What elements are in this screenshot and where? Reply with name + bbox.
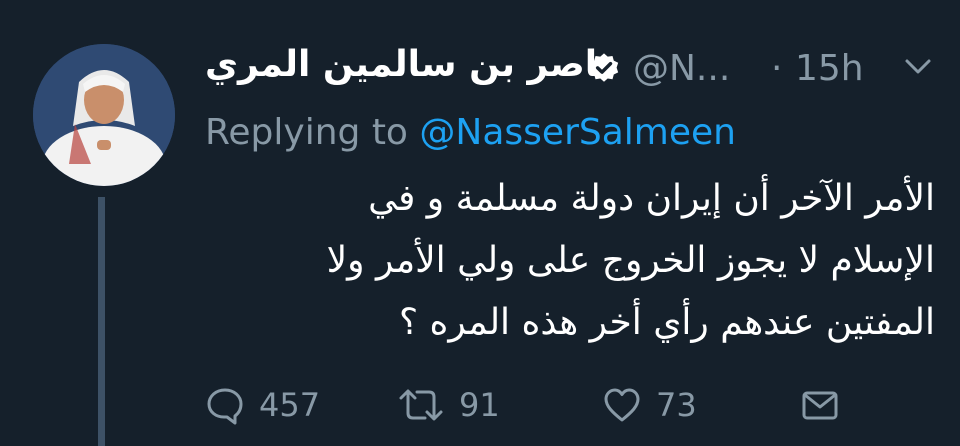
tweet-text-line: الإسلام لا يجوز الخروج على ولي الأمر ولا [326, 240, 935, 281]
like-button[interactable]: 73 [602, 383, 697, 427]
replying-to-line: Replying to @NasserSalmeen [205, 112, 736, 153]
retweet-button[interactable]: 91 [397, 383, 500, 427]
tweet-header: ناصر بن سالمين المري @N... · 15h [205, 42, 940, 98]
chevron-down-icon[interactable] [903, 56, 933, 78]
tweet-text-line: المفتين عندهم رأي أخر هذه المره ؟ [398, 302, 935, 343]
separator-dot: · [771, 48, 783, 89]
like-count: 73 [656, 386, 697, 424]
envelope-icon [802, 391, 838, 420]
verified-badge-icon [589, 53, 619, 82]
author-handle[interactable]: @N... [633, 48, 730, 89]
author-name[interactable]: ناصر بن سالمين المري [205, 44, 612, 85]
reply-count: 457 [259, 386, 321, 424]
reply-button[interactable]: 457 [205, 383, 320, 427]
replying-label: Replying to [205, 112, 408, 153]
replying-mention[interactable]: @NasserSalmeen [419, 112, 736, 153]
thread-line [98, 197, 105, 446]
direct-message-button[interactable] [800, 383, 840, 427]
reply-bubble-icon [207, 388, 243, 425]
timestamp[interactable]: 15h [795, 48, 864, 89]
tweet-text-line: الأمر الآخر أن إيران دولة مسلمة و في [368, 178, 935, 219]
retweet-icon [399, 389, 443, 421]
tweet-actions: 457 91 73 [205, 383, 845, 427]
heart-icon [604, 388, 640, 422]
tweet-text: الأمر الآخر أن إيران دولة مسلمة و في الإ… [205, 168, 935, 354]
retweet-count: 91 [459, 386, 500, 424]
avatar[interactable] [33, 44, 175, 186]
